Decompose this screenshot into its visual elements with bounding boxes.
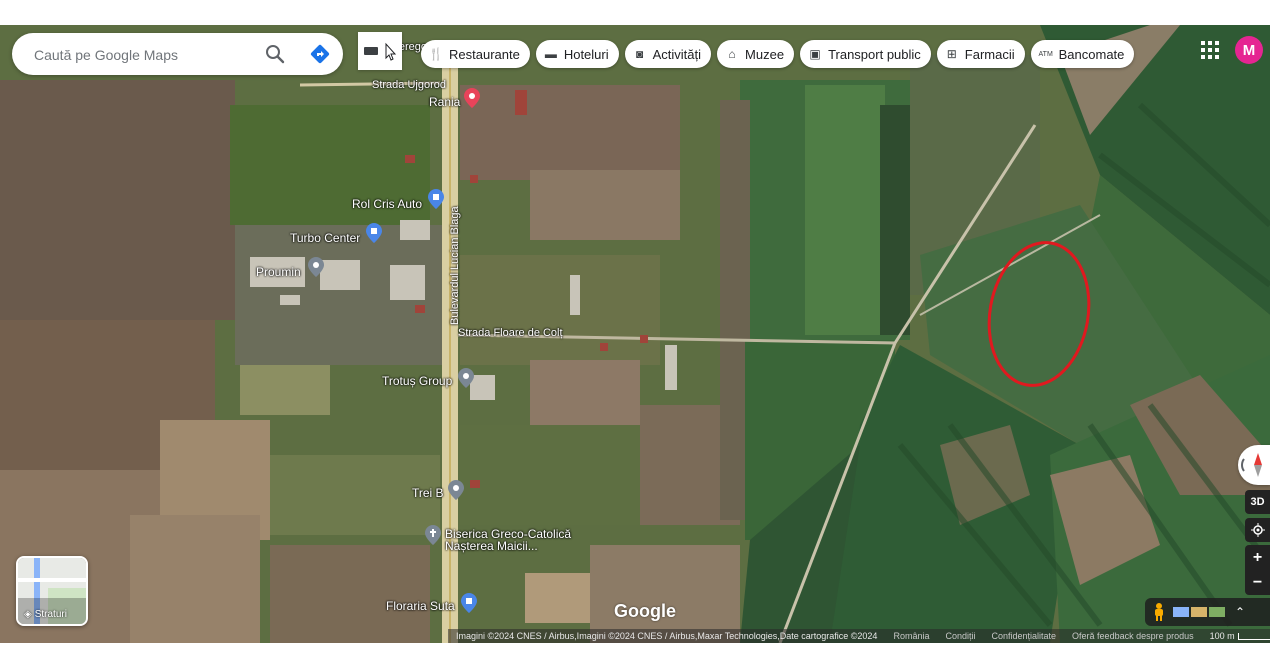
privacy-link[interactable]: Confidențialitate [992,631,1057,641]
3d-toggle-button[interactable]: 3D [1245,490,1270,514]
location-target-icon [1250,523,1265,537]
place-label[interactable]: Proumin [256,265,301,279]
my-location-button[interactable] [1245,518,1270,542]
church-pin-icon[interactable] [425,525,441,545]
bed-icon: ▬ [544,47,557,61]
compass-button[interactable] [1238,445,1270,485]
keyboard-cursor-icon [364,42,397,61]
place-label[interactable]: Floraria Suta [386,599,455,613]
chip-atm[interactable]: ATM Bancomate [1030,40,1135,68]
compass-icon [1241,453,1262,477]
satellite-map[interactable]: Str. Beregovo Strada Ujgorod Bulevardul … [0,25,1270,643]
zoom-controls: + − [1245,545,1270,595]
place-label[interactable]: Turbo Center [290,231,360,245]
search-icon[interactable] [263,42,287,66]
place-label[interactable]: Trei B [412,486,444,500]
terms-link[interactable]: Condiții [945,631,975,641]
pegman-icon[interactable] [1153,603,1165,621]
layers-label: ◈ Straturi [24,609,67,620]
search-input[interactable] [32,43,256,67]
chip-activities[interactable]: ◙ Activități [624,40,712,68]
shop-pin-icon[interactable] [428,189,444,209]
train-icon: ▣ [809,47,821,61]
place-label[interactable]: Rol Cris Auto [352,197,422,211]
fork-knife-icon: 🍴 [428,47,444,61]
place-label[interactable]: Rania [429,95,460,109]
road-label-ujgorod: Strada Ujgorod [372,79,446,91]
toolbar-toggle-button[interactable] [358,32,402,70]
place-pin-icon[interactable] [308,257,324,277]
chip-museums[interactable]: ⌂ Muzee [717,40,795,68]
layers-button[interactable]: ◈ Straturi [16,556,88,626]
top-margin [0,0,1270,25]
place-label[interactable]: Biserica Greco-Catolică Nașterea Maicii.… [445,528,585,552]
shop-pin-icon[interactable] [461,593,477,613]
apps-grid-icon[interactable] [1200,40,1220,60]
hotel-pin-icon[interactable] [464,88,480,108]
place-pin-icon[interactable] [448,480,464,500]
scale-bar[interactable]: 100 m [1210,631,1270,641]
layers-icon: ◈ [24,609,32,620]
museum-icon: ⌂ [728,47,736,61]
scale-line [1237,632,1270,640]
place-pin-icon[interactable] [458,368,474,388]
street-view-panel: ⌃ [1145,598,1270,626]
zoom-out-button[interactable]: − [1245,570,1270,595]
pharmacy-icon: ⊞ [946,47,957,61]
camera-icon: ◙ [636,47,644,61]
place-label[interactable]: Trotuș Group [382,374,452,388]
chip-pharmacies[interactable]: ⊞ Farmacii [936,40,1025,68]
zoom-in-button[interactable]: + [1245,545,1270,570]
imagery-thumbnails-icon[interactable] [1171,605,1229,619]
attribution-bar: Imagini ©2024 CNES / Airbus,Imagini ©202… [448,629,1270,643]
road-label-floare: Strada Floare de Colț [458,327,563,339]
account-avatar[interactable]: M [1235,36,1263,64]
directions-icon[interactable] [308,42,332,66]
search-box[interactable] [12,33,343,75]
bottom-margin [0,643,1270,659]
chip-restaurants[interactable]: 🍴 Restaurante [421,40,530,68]
feedback-link[interactable]: Oferă feedback despre produs [1072,631,1194,641]
country-link[interactable]: România [893,631,929,641]
chip-hotels[interactable]: ▬ Hoteluri [535,40,619,68]
shop-pin-icon[interactable] [366,223,382,243]
category-chips: 🍴 Restaurante ▬ Hoteluri ◙ Activități ⌂ Muze… [421,40,1135,68]
expand-chevron-icon[interactable]: ⌃ [1235,605,1245,619]
google-logo: Google [614,601,676,621]
road-label-main: Bulevardul Lucian Blaga [449,206,461,325]
chip-transit[interactable]: ▣ Transport public [800,40,931,68]
atm-icon: ATM [1038,50,1053,58]
attribution-text: Imagini ©2024 CNES / Airbus,Imagini ©202… [456,631,878,641]
